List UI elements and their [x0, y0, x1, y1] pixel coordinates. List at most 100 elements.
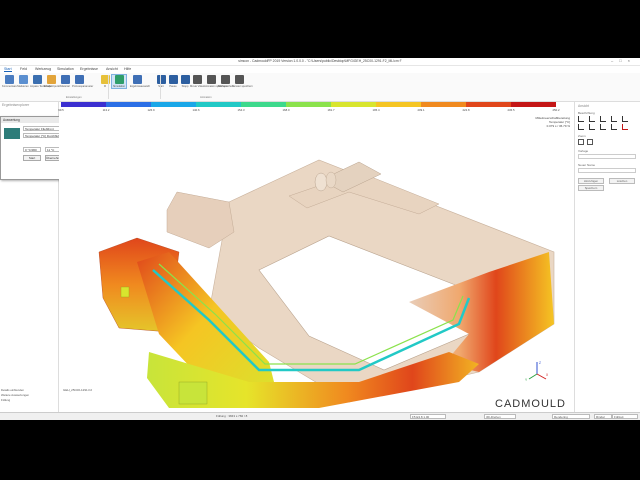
zoom-window-icon[interactable]	[587, 139, 593, 145]
min-value-field[interactable]: 0 °C/360	[23, 147, 41, 152]
mount-tab	[178, 381, 208, 405]
ribbon-button-comment[interactable]: Kommentare	[2, 75, 17, 88]
movie-icon	[192, 75, 202, 84]
geometry-label: GEH_25C00-1291.F2	[63, 388, 93, 392]
panel-header: Ansicht	[578, 104, 590, 108]
new-name-input[interactable]	[578, 168, 636, 173]
add-view-button[interactable]: Hinzufügen	[578, 178, 604, 184]
ribbon-button-label: Markieren	[17, 85, 29, 88]
ribbon-button-label: Animation speichern	[204, 85, 228, 88]
axis-x-label: X	[546, 373, 549, 377]
ribbon-button-camera[interactable]: Bild speichern	[218, 75, 235, 88]
zoom-fit-icon[interactable]	[578, 139, 584, 145]
ribbon-button-label: III	[103, 85, 107, 88]
ribbon-button-lamp[interactable]: III	[98, 75, 112, 88]
panel-header: Ergebnisexplorer	[2, 103, 30, 107]
view-iso1-icon[interactable]	[589, 124, 595, 130]
3d-viewport[interactable]: 99.5 113.2 126.9 140.6 154.3 168.0 181.7 195.4 2…	[58, 102, 574, 410]
part-model-render	[98, 159, 555, 408]
section-label: Vorlage	[578, 149, 589, 153]
play-icon	[156, 75, 166, 84]
ribbon-button-label: Anpass Textinhalte	[30, 85, 52, 88]
view-bottom-icon[interactable]	[578, 124, 584, 130]
delete-view-button[interactable]: Löschen	[609, 178, 635, 184]
view-iso2-icon[interactable]	[600, 124, 606, 130]
cadmould-logo: CADMOULD	[495, 398, 566, 410]
ribbon-button-label: Ergebnisauswahl	[130, 85, 150, 88]
simulation-icon	[114, 75, 124, 84]
menu-hilfe[interactable]: Hilfe	[124, 67, 131, 71]
axis-y-label: Y	[525, 378, 528, 382]
title-bar: simcon - CadmouldFP 2019 Version 1.0.0.0…	[0, 58, 640, 66]
ribbon-button-process[interactable]: Prozessparameter	[72, 75, 94, 88]
status-mode: 3D-Drehen	[486, 415, 501, 419]
window-title: simcon - CadmouldFP 2019 Version 1.0.0.0…	[238, 59, 402, 63]
text-icon	[32, 75, 42, 84]
ribbon-button-label: Einspritzpunkt	[44, 85, 61, 88]
ribbon-group-label: Einstellungen	[66, 96, 82, 99]
ribbon-button-label: Fenster speichern	[232, 85, 253, 88]
ribbon-button-simulation[interactable]: Simulation	[111, 74, 127, 89]
ribbon-button-text[interactable]: Anpass Textinhalte	[30, 75, 52, 88]
save-view-button[interactable]: Speichern	[578, 185, 604, 191]
view-iso4-icon[interactable]	[622, 124, 628, 130]
ribbon-button-movie[interactable]: Movie Video	[190, 75, 204, 88]
process-icon	[74, 75, 84, 84]
section-label: Beschriftung	[578, 111, 595, 115]
evaluation-field[interactable]: Temperatur [°C] Durchfluß	[23, 133, 63, 138]
preview-thumbnail	[4, 128, 20, 139]
menu-feld[interactable]: Feld	[20, 67, 27, 71]
application-window: simcon - CadmouldFP 2019 Version 1.0.0.0…	[0, 58, 640, 420]
ribbon-button-results[interactable]: Ergebnisauswahl	[130, 75, 150, 88]
status-coords: F5 E3.8 1.00	[412, 415, 430, 419]
section-label: Zoom	[578, 134, 586, 138]
start-button[interactable]: Start	[23, 155, 41, 161]
status-field: 3D-Drehen	[484, 414, 516, 419]
ribbon-button-window[interactable]: Fenster speichern	[232, 75, 253, 88]
pause-icon	[168, 75, 178, 84]
panel-link[interactable]: Füllung	[1, 398, 59, 403]
film-icon	[206, 75, 216, 84]
status-field: Füllzeit	[612, 414, 638, 419]
ribbon-toolbar: Kommentare Markieren Anpass Textinhalte Ein…	[0, 73, 640, 102]
evaluation-field[interactable]: Temperatur Fließfront Füllung	[23, 126, 63, 136]
view-top-icon[interactable]	[622, 116, 628, 122]
window-controls[interactable]: –□×	[611, 58, 636, 63]
comment-icon	[4, 75, 14, 84]
menu-werkzeug[interactable]: Werkzeug	[35, 67, 51, 71]
ribbon-button-marker[interactable]: Markieren	[16, 75, 30, 88]
menu-ansicht[interactable]: Ansicht	[106, 67, 118, 71]
evaluation-dialog: Auswertung Temperatur Fließfront Füllung…	[0, 116, 68, 180]
view-right-icon[interactable]	[611, 116, 617, 122]
ribbon-button-label: Prozessparameter	[72, 85, 94, 88]
ribbon-button-film[interactable]: Animation speichern	[204, 75, 228, 88]
ribbon-separator	[108, 75, 109, 99]
view-back-icon[interactable]	[589, 116, 595, 122]
ribbon-button-label: Simulation	[112, 85, 126, 88]
ribbon-button-label: Bild speichern	[218, 85, 235, 88]
view-front-icon[interactable]	[578, 116, 584, 122]
ribbon-button-inject[interactable]: Einspritzpunkt	[44, 75, 61, 88]
ribbon-button-material[interactable]: Material	[58, 75, 72, 88]
section-label: Neuer Name	[578, 163, 596, 167]
menu-start[interactable]: Start	[4, 67, 12, 72]
menu-bar: Start Feld Werkzeug Simulation Ergebniss…	[0, 66, 640, 73]
menu-simulation[interactable]: Simulation	[57, 67, 74, 71]
ribbon-group-label: Animation	[200, 96, 212, 99]
snap-tab	[120, 286, 130, 298]
results-icon	[132, 75, 142, 84]
status-bar: Füllung : 3843 s 782 / 8 F5 E3.8 1.00 3D…	[0, 412, 640, 420]
rendering-select[interactable]: Rendering	[552, 414, 590, 419]
axis-triad: Z Y X	[525, 361, 549, 382]
template-select[interactable]	[578, 154, 636, 159]
camera-icon	[220, 75, 230, 84]
marker-icon	[18, 75, 28, 84]
material-icon	[60, 75, 70, 84]
view-left-icon[interactable]	[600, 116, 606, 122]
ribbon-button-label: Material	[60, 85, 70, 88]
speed-select[interactable]: Rindal	[594, 414, 612, 419]
menu-ergebnisse[interactable]: Ergebnisse	[80, 67, 98, 71]
dialog-title: Auswertung	[1, 117, 67, 123]
view-iso3-icon[interactable]	[611, 124, 617, 130]
axis-z-label: Z	[539, 361, 541, 365]
